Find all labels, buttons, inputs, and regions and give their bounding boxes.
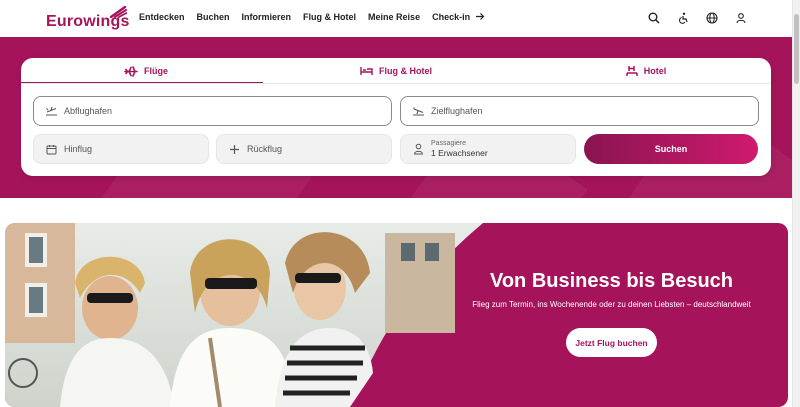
outbound-date-field[interactable]: Hinflug	[33, 134, 209, 164]
tab-fluege-label: Flüge	[144, 66, 168, 76]
outbound-placeholder: Hinflug	[64, 144, 93, 154]
destination-placeholder: Zielflughafen	[431, 106, 483, 116]
tab-fluege[interactable]: Flüge	[21, 58, 271, 84]
scrollbar-thumb[interactable]	[794, 14, 799, 84]
nav-check-in[interactable]: Check-in	[432, 12, 470, 23]
search-icon[interactable]	[646, 10, 661, 25]
passengers-field[interactable]: Passagiere 1 Erwachsener	[400, 134, 576, 164]
passengers-value: 1 Erwachsener	[431, 148, 488, 159]
book-flight-button[interactable]: Jetzt Flug buchen	[566, 328, 657, 357]
site-header: Eurowings Entdecken Buchen Informieren F…	[0, 0, 792, 37]
user-icon[interactable]	[733, 10, 748, 25]
return-placeholder: Rückflug	[247, 144, 283, 154]
plane-icon	[124, 65, 138, 77]
calendar-icon	[43, 144, 59, 155]
origin-field[interactable]: Abflughafen	[33, 96, 392, 126]
origin-placeholder: Abflughafen	[64, 106, 113, 116]
nav-flug-hotel[interactable]: Flug & Hotel	[303, 12, 356, 23]
passengers-label: Passagiere	[431, 139, 467, 147]
return-date-field[interactable]: Rückflug	[216, 134, 392, 164]
landing-icon	[410, 106, 426, 116]
accessibility-icon[interactable]	[675, 10, 690, 25]
nav-meine-reise[interactable]: Meine Reise	[368, 12, 420, 23]
tab-divider	[21, 83, 771, 84]
nav-entdecken[interactable]: Entdecken	[139, 12, 185, 23]
tab-hotel[interactable]: Hotel	[521, 58, 771, 84]
header-icons	[646, 10, 748, 25]
main-nav: Entdecken Buchen Informieren Flug & Hote…	[139, 12, 497, 23]
tab-hotel-label: Hotel	[643, 66, 667, 76]
arrow-right-icon[interactable]	[475, 12, 485, 23]
passengers-text: Passagiere 1 Erwachsener	[431, 140, 488, 159]
hotel-icon	[626, 66, 638, 76]
scrollbar[interactable]	[792, 0, 800, 407]
promo-photo	[5, 223, 483, 407]
globe-icon[interactable]	[704, 10, 719, 25]
tab-flug-hotel[interactable]: Flug & Hotel	[271, 58, 521, 84]
nav-buchen[interactable]: Buchen	[197, 12, 230, 23]
booking-tabs: Flüge Flug & Hotel Hotel	[21, 58, 771, 84]
booking-widget: Flüge Flug & Hotel Hotel Abflughafen Zie…	[21, 58, 771, 176]
plus-icon	[226, 144, 242, 155]
nav-informieren[interactable]: Informieren	[242, 12, 292, 23]
destination-field[interactable]: Zielflughafen	[400, 96, 759, 126]
tab-flug-hotel-label: Flug & Hotel	[379, 66, 432, 76]
person-icon	[410, 143, 426, 155]
promo-title: Von Business bis Besuch	[489, 270, 734, 292]
search-button[interactable]: Suchen	[584, 134, 758, 164]
logo-wing-icon	[109, 6, 127, 18]
takeoff-icon	[43, 106, 59, 116]
bed-icon	[360, 67, 373, 75]
promo-subtitle: Flieg zum Termin, ins Wochenende oder zu…	[472, 300, 751, 309]
promo-banner: Von Business bis Besuch Flieg zum Termin…	[5, 223, 788, 407]
eurowings-logo[interactable]: Eurowings	[46, 6, 130, 31]
